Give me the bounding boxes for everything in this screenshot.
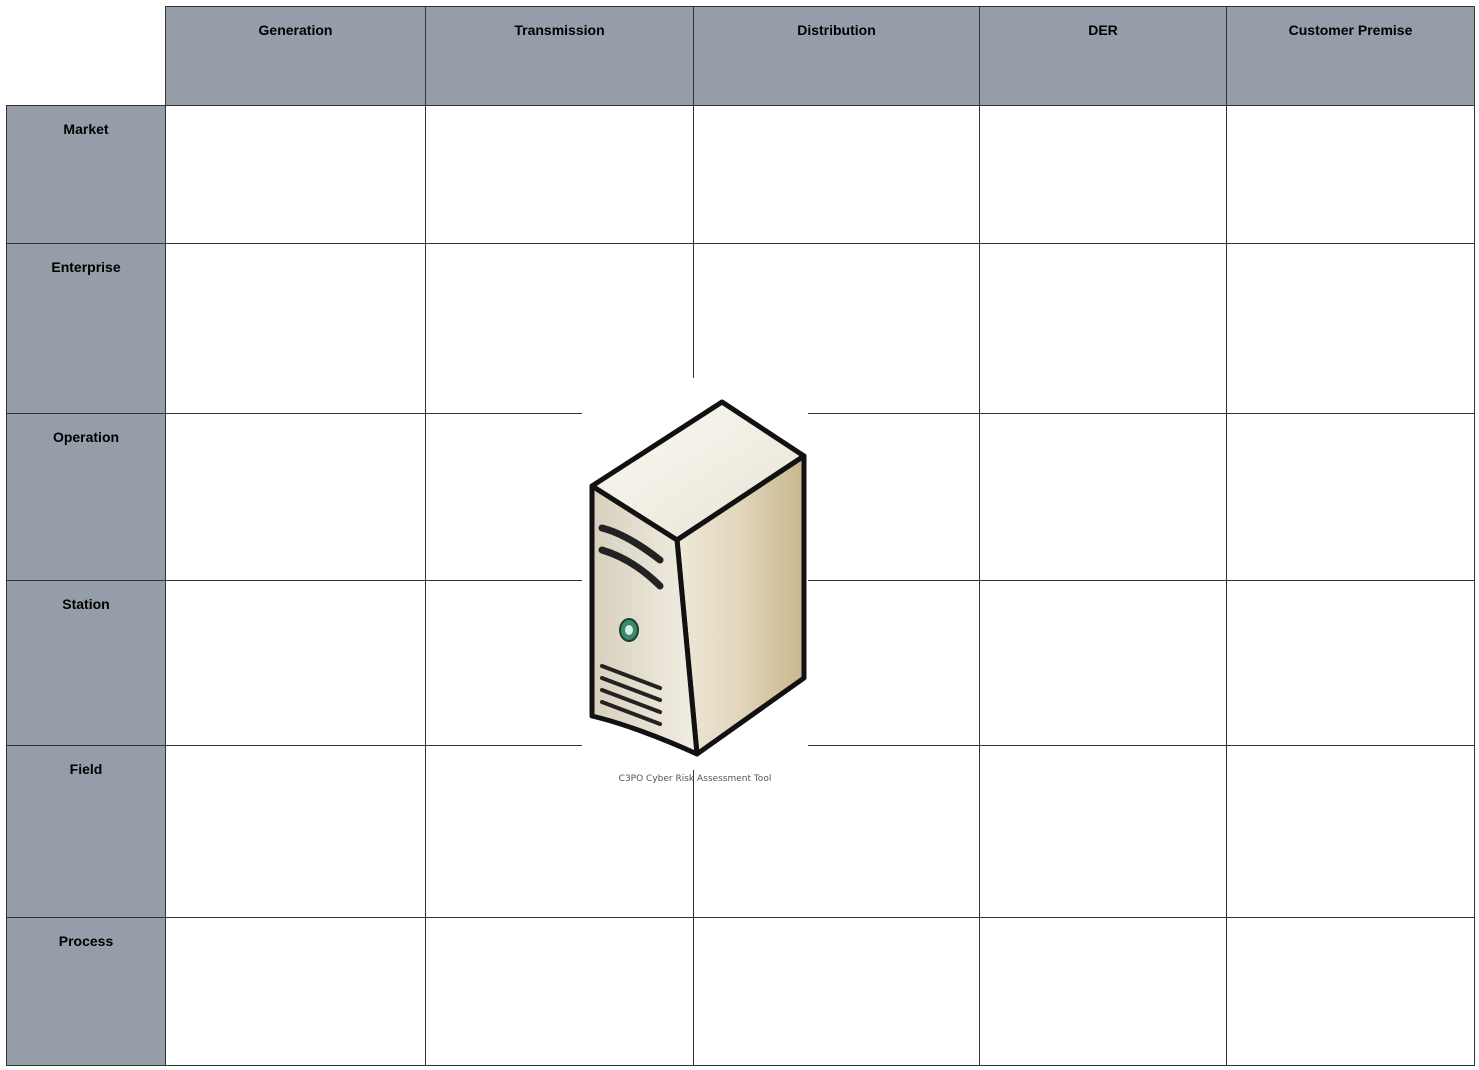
server-tower-icon — [582, 378, 808, 770]
grid-cell-market-der — [979, 105, 1227, 244]
grid-cell-process-transmission — [425, 917, 694, 1066]
row-header-label: Process — [58, 933, 114, 949]
column-header-der: DER — [979, 6, 1227, 106]
grid-cell-process-customer-premise — [1226, 917, 1475, 1066]
column-header-label: Generation — [258, 22, 333, 38]
row-header-station: Station — [6, 580, 166, 746]
grid-cell-station-customer-premise — [1226, 580, 1475, 746]
row-header-operation: Operation — [6, 413, 166, 581]
row-header-label: Market — [63, 121, 109, 137]
row-header-label: Field — [69, 761, 103, 777]
column-header-label: Customer Premise — [1288, 22, 1413, 38]
grid-cell-operation-der — [979, 413, 1227, 581]
column-header-label: Distribution — [797, 22, 876, 38]
grid-cell-field-distribution — [693, 745, 980, 918]
row-header-field: Field — [6, 745, 166, 918]
grid-cell-field-der — [979, 745, 1227, 918]
row-header-enterprise: Enterprise — [6, 243, 166, 414]
grid-cell-station-der — [979, 580, 1227, 746]
grid-cell-enterprise-generation — [165, 243, 426, 414]
figure-caption: C3PO Cyber Risk Assessment Tool — [618, 774, 772, 784]
grid-cell-market-distribution — [693, 105, 980, 244]
grid-cell-process-generation — [165, 917, 426, 1066]
row-header-label: Enterprise — [51, 259, 121, 275]
grid-cell-enterprise-der — [979, 243, 1227, 414]
column-header-distribution: Distribution — [693, 6, 980, 106]
grid-cell-field-customer-premise — [1226, 745, 1475, 918]
row-header-process: Process — [6, 917, 166, 1066]
column-header-label: DER — [1088, 22, 1118, 38]
grid-cell-process-der — [979, 917, 1227, 1066]
grid-cell-station-generation — [165, 580, 426, 746]
column-header-customer-premise: Customer Premise — [1226, 6, 1475, 106]
row-header-label: Operation — [52, 429, 120, 445]
grid-cell-field-generation — [165, 745, 426, 918]
grid-cell-process-distribution — [693, 917, 980, 1066]
column-header-transmission: Transmission — [425, 6, 694, 106]
grid-cell-enterprise-customer-premise — [1226, 243, 1475, 414]
column-header-label: Transmission — [514, 22, 605, 38]
row-header-market: Market — [6, 105, 166, 244]
column-header-generation: Generation — [165, 6, 426, 106]
grid-cell-market-transmission — [425, 105, 694, 244]
grid-cell-operation-customer-premise — [1226, 413, 1475, 581]
grid-cell-market-generation — [165, 105, 426, 244]
row-header-label: Station — [62, 596, 110, 612]
grid-cell-operation-generation — [165, 413, 426, 581]
grid-cell-market-customer-premise — [1226, 105, 1475, 244]
grid-cell-field-transmission — [425, 745, 694, 918]
